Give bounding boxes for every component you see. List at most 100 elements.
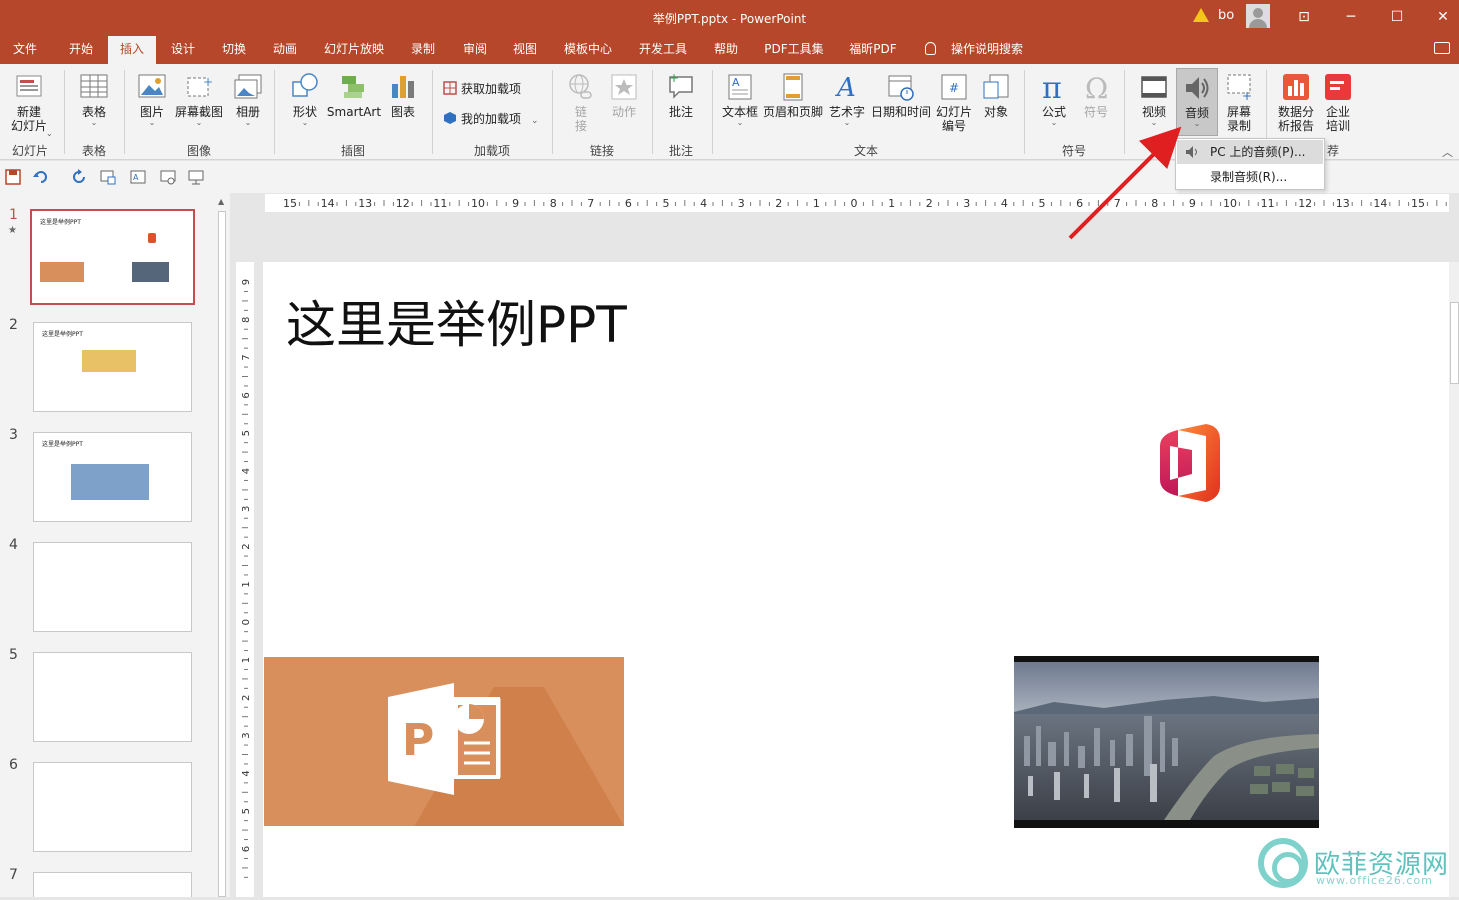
chevron-down-icon: ⌄ <box>843 118 851 127</box>
symbol-button[interactable]: Ω 符号 <box>1076 72 1116 119</box>
tab-pdf-tools[interactable]: PDF工具集 <box>756 36 832 64</box>
equation-button[interactable]: π 公式 ⌄ <box>1034 71 1074 127</box>
screen-record-label: 屏幕 录制 <box>1226 105 1251 133</box>
tab-home[interactable]: 开始 <box>56 36 106 64</box>
warning-icon[interactable] <box>1193 8 1209 22</box>
object-button[interactable]: 对象 <box>978 72 1014 119</box>
ruler-tick-label: 13 <box>358 197 372 210</box>
smartart-button[interactable]: SmartArt <box>326 72 382 119</box>
ruler-tick-label: 5 <box>1039 197 1046 210</box>
link-label: 链 接 <box>574 105 587 133</box>
slide-thumbnail-3[interactable]: 这里是举例PPT <box>33 432 192 522</box>
scrollbar-thumb[interactable] <box>218 211 226 897</box>
datetime-button[interactable]: 日期和时间 <box>870 72 932 119</box>
tab-slideshow[interactable]: 幻灯片放映 <box>316 36 392 64</box>
avatar[interactable] <box>1246 4 1270 28</box>
slide-thumbnail-5[interactable] <box>33 652 192 742</box>
screen-record-button[interactable]: + 屏幕 录制 <box>1220 72 1258 133</box>
lightbulb-icon <box>925 42 936 55</box>
datetime-label: 日期和时间 <box>870 105 931 119</box>
redo-icon[interactable] <box>72 169 88 185</box>
close-button[interactable]: ✕ <box>1431 6 1455 28</box>
scroll-up-icon[interactable]: ▲ <box>218 197 224 206</box>
slide-thumbnail-7[interactable] <box>33 872 192 897</box>
tab-animations[interactable]: 动画 <box>262 36 308 64</box>
slide-thumbnail-1[interactable]: 这里是举例PPT <box>30 209 195 305</box>
city-aerial-photo[interactable] <box>1014 656 1319 828</box>
user-name[interactable]: bo <box>1218 8 1234 23</box>
slide-thumbnail-2[interactable]: 这里是举例PPT <box>33 322 192 412</box>
slide-thumbnail-4[interactable] <box>33 542 192 632</box>
header-footer-button[interactable]: 页眉和页脚 <box>762 72 824 119</box>
tab-help[interactable]: 帮助 <box>704 36 748 64</box>
wordart-label: 艺术字 <box>828 105 865 119</box>
tab-template-center[interactable]: 模板中心 <box>556 36 620 64</box>
tab-insert[interactable]: 插入 <box>108 36 156 64</box>
shape-button[interactable]: 形状 ⌄ <box>284 72 326 127</box>
record-audio-item[interactable]: 录制音频(R)... <box>1177 165 1323 189</box>
tab-record[interactable]: 录制 <box>400 36 446 64</box>
office-logo-icon[interactable] <box>1156 422 1226 504</box>
chart-button[interactable]: 图表 <box>384 72 422 119</box>
ppt-logo-image[interactable]: P <box>264 657 624 826</box>
tab-file[interactable]: 文件 <box>0 36 50 64</box>
tab-review[interactable]: 审阅 <box>452 36 498 64</box>
ribbon-display-button[interactable]: ⊡ <box>1292 6 1316 28</box>
ruler-tick-label: 13 <box>1336 197 1350 210</box>
ruler-tick-label: 10 <box>1223 197 1237 210</box>
screenshot-button[interactable]: + 屏幕截图 ⌄ <box>174 72 224 127</box>
audio-from-pc-item[interactable]: PC 上的音频(P)... <box>1177 140 1323 164</box>
thumbnail-scrollbar[interactable]: ▲ <box>214 193 230 897</box>
ruler-tick-label: 3 <box>241 732 252 738</box>
ruler-tick-label: 6 <box>625 197 632 210</box>
text-box-qat-icon[interactable]: A <box>130 169 146 185</box>
tab-transitions[interactable]: 切换 <box>212 36 256 64</box>
tab-developer[interactable]: 开发工具 <box>630 36 696 64</box>
action-button[interactable]: 动作 <box>604 72 644 119</box>
svg-text:+: + <box>669 72 679 85</box>
comment-button[interactable]: + 批注 <box>662 71 700 119</box>
present-from-start-icon[interactable] <box>100 169 116 185</box>
maximize-button[interactable]: ☐ <box>1385 6 1409 28</box>
link-button[interactable]: 链 接 <box>562 72 600 133</box>
tab-view[interactable]: 视图 <box>502 36 548 64</box>
enterprise-training-button[interactable]: 企业 培训 <box>1320 72 1356 133</box>
album-button[interactable]: 相册 ⌄ <box>228 72 268 127</box>
thumbnail-title: 这里是举例PPT <box>40 219 81 226</box>
textbox-button[interactable]: A 文本框 ⌄ <box>720 72 760 127</box>
report-icon <box>1282 72 1310 102</box>
slideshow-qat-icon[interactable] <box>160 169 176 185</box>
scrollbar-thumb[interactable] <box>1450 302 1459 384</box>
picture-button[interactable]: 图片 ⌄ <box>132 72 172 127</box>
slide-thumbnail-6[interactable] <box>33 762 192 852</box>
slide-scrollbar[interactable] <box>1449 262 1459 897</box>
red-arrow-annotation <box>1068 126 1182 240</box>
my-addins-button[interactable]: 我的加载项 ⌄ <box>443 110 539 127</box>
slide-title[interactable]: 这里是举例PPT <box>286 285 627 357</box>
slide-number-button[interactable]: # 幻灯片 编号 <box>932 72 976 133</box>
wordart-button[interactable]: A 艺术字 ⌄ <box>826 72 868 127</box>
get-addins-button[interactable]: 获取加载项 <box>443 80 521 97</box>
link-icon <box>567 72 595 102</box>
comments-icon[interactable] <box>1434 42 1450 54</box>
minimize-button[interactable]: ─ <box>1339 6 1363 28</box>
watermark-logo-icon <box>1258 838 1308 888</box>
tell-me-search[interactable]: 操作说明搜索 <box>944 36 1030 64</box>
undo-icon[interactable] <box>32 169 48 185</box>
save-icon[interactable] <box>5 169 21 185</box>
video-button[interactable]: 视频 ⌄ <box>1134 72 1174 127</box>
group-separator <box>712 70 713 154</box>
tab-foxit-pdf[interactable]: 福昕PDF <box>840 36 906 64</box>
new-slide-button[interactable]: 新建 幻灯片 ⌄ <box>4 72 54 138</box>
ruler-tick-label: 9 <box>512 197 519 210</box>
table-button[interactable]: 表格 ⌄ <box>72 72 116 127</box>
comment-label: 批注 <box>668 105 693 119</box>
tab-design[interactable]: 设计 <box>160 36 206 64</box>
collapse-ribbon-icon[interactable]: ︿ <box>1442 144 1453 160</box>
presenter-qat-icon[interactable] <box>188 169 204 185</box>
textbox-label: 文本框 <box>721 105 758 119</box>
data-report-button[interactable]: 数据分 析报告 <box>1274 72 1318 133</box>
ppt-image-mini <box>40 262 84 282</box>
ruler-tick-label: 1 <box>813 197 820 210</box>
ruler-tick-label: 14 <box>1373 197 1387 210</box>
